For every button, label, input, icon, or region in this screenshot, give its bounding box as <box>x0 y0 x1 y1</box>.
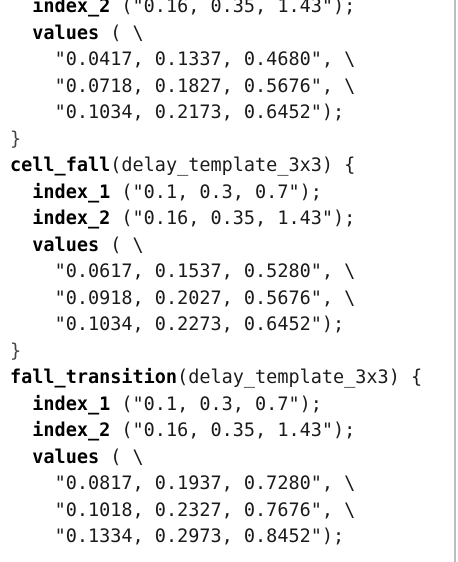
code-line: cell_fall(delay_template_3x3) { <box>10 153 456 180</box>
code-line: index_1 ("0.1, 0.3, 0.7"); <box>10 392 456 419</box>
code-text: "0.1034, 0.2273, 0.6452"); <box>54 314 345 335</box>
code-text: ( \ <box>99 22 144 44</box>
code-text: ("0.16, 0.35, 1.43"); <box>110 420 356 441</box>
code-keyword: index_1 <box>32 181 111 203</box>
code-line: } <box>10 127 456 154</box>
code-line: values ( \ <box>10 445 456 472</box>
code-line: index_2 ("0.16, 0.35, 1.43"); <box>10 206 456 233</box>
code-line: "0.0417, 0.1337, 0.4680", \ <box>10 47 456 74</box>
closing-brace: } <box>10 128 22 150</box>
code-text: (delay_template_3x3) { <box>110 155 356 176</box>
code-line: "0.0617, 0.1537, 0.5280", \ <box>10 259 456 286</box>
code-listing-frame: index_2 ("0.16, 0.35, 1.43"); values ( \… <box>0 0 456 562</box>
code-text: ("0.1, 0.3, 0.7"); <box>110 393 322 415</box>
code-text: "0.1018, 0.2327, 0.7676", \ <box>54 499 356 521</box>
code-text: "0.1334, 0.2973, 0.8452"); <box>54 526 345 547</box>
code-text: (delay_template_3x3) { <box>177 367 423 388</box>
code-text: "0.0718, 0.1827, 0.5676", \ <box>54 75 356 97</box>
code-keyword: index_2 <box>32 420 111 441</box>
code-keyword: values <box>32 446 100 468</box>
code-line: "0.1018, 0.2327, 0.7676", \ <box>10 498 456 525</box>
code-line: "0.1334, 0.2973, 0.8452"); <box>10 524 456 551</box>
code-listing: index_2 ("0.16, 0.35, 1.43"); values ( \… <box>10 0 456 551</box>
code-line: index_2 ("0.16, 0.35, 1.43"); <box>10 418 456 445</box>
code-text: "0.1034, 0.2173, 0.6452"); <box>54 102 345 123</box>
code-line: index_2 ("0.16, 0.35, 1.43"); <box>10 0 456 21</box>
code-text: ("0.16, 0.35, 1.43"); <box>110 0 356 17</box>
code-line: values ( \ <box>10 21 456 48</box>
code-keyword: cell_fall <box>10 155 111 176</box>
code-keyword: fall_transition <box>10 367 178 388</box>
code-text: ( \ <box>99 234 144 256</box>
code-line: } <box>10 339 456 366</box>
code-keyword: index_1 <box>32 393 111 415</box>
code-text: "0.0918, 0.2027, 0.5676", \ <box>54 287 356 309</box>
code-text: "0.0617, 0.1537, 0.5280", \ <box>54 261 356 282</box>
code-line: "0.1034, 0.2173, 0.6452"); <box>10 100 456 127</box>
code-keyword: values <box>32 22 100 44</box>
code-text: "0.0817, 0.1937, 0.7280", \ <box>54 473 356 494</box>
code-keyword: index_2 <box>32 208 111 229</box>
code-keyword: values <box>32 234 100 256</box>
closing-brace: } <box>10 340 22 362</box>
code-keyword: index_2 <box>32 0 111 17</box>
code-line: index_1 ("0.1, 0.3, 0.7"); <box>10 180 456 207</box>
code-text: ("0.1, 0.3, 0.7"); <box>110 181 322 203</box>
code-line: "0.0718, 0.1827, 0.5676", \ <box>10 74 456 101</box>
code-text: "0.0417, 0.1337, 0.4680", \ <box>54 49 356 70</box>
code-line: values ( \ <box>10 233 456 260</box>
code-text: ( \ <box>99 446 144 468</box>
code-text: ("0.16, 0.35, 1.43"); <box>110 208 356 229</box>
code-line: "0.0918, 0.2027, 0.5676", \ <box>10 286 456 313</box>
code-line: "0.0817, 0.1937, 0.7280", \ <box>10 471 456 498</box>
code-line: "0.1034, 0.2273, 0.6452"); <box>10 312 456 339</box>
code-line: fall_transition(delay_template_3x3) { <box>10 365 456 392</box>
